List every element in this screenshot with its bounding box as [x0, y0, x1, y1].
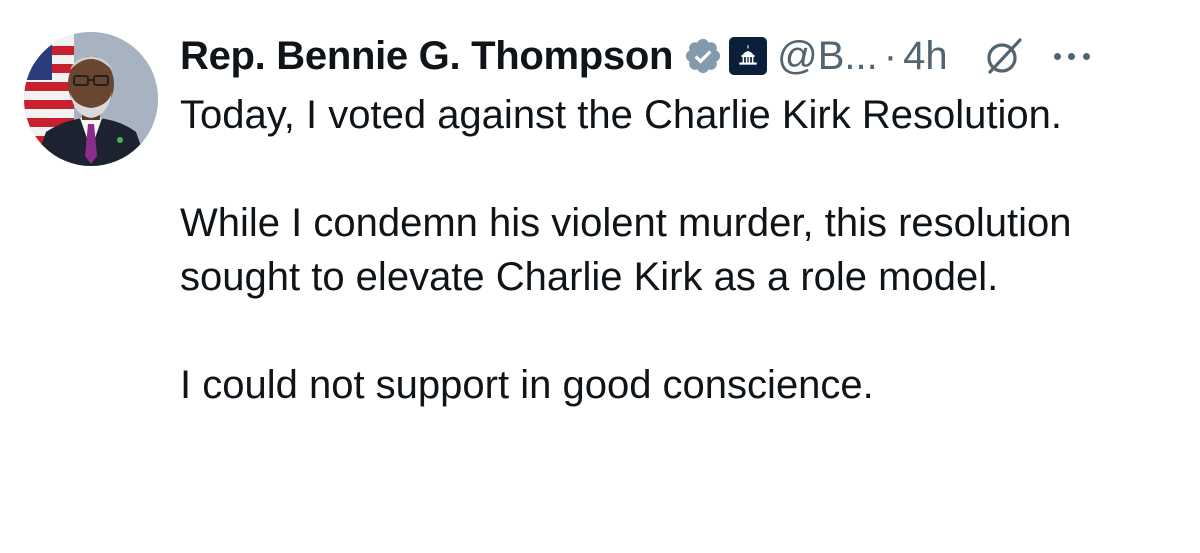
tweet[interactable]: Rep. Bennie G. Thompson @B... · 4h Today…: [0, 0, 1200, 553]
avatar[interactable]: [24, 32, 158, 166]
tweet-paragraph: I could not support in good conscience.: [180, 363, 874, 407]
grok-icon[interactable]: [982, 34, 1026, 78]
tweet-paragraph: While I condemn his violent murder, this…: [180, 201, 1072, 299]
avatar-photo: [24, 32, 158, 166]
tweet-paragraph: Today, I voted against the Charlie Kirk …: [180, 93, 1062, 137]
more-icon[interactable]: [1053, 46, 1090, 66]
tweet-header: Rep. Bennie G. Thompson @B... · 4h: [180, 24, 1090, 88]
capitol-affiliate-icon[interactable]: [729, 37, 768, 75]
separator-dot: ·: [883, 33, 898, 78]
more-dot: [1053, 52, 1061, 60]
more-dot: [1082, 52, 1090, 60]
more-dot: [1068, 52, 1076, 60]
display-name[interactable]: Rep. Bennie G. Thompson: [180, 34, 673, 79]
timestamp[interactable]: 4h: [903, 34, 948, 79]
verified-badge-icon[interactable]: [683, 36, 723, 76]
tweet-text: Today, I voted against the Charlie Kirk …: [180, 88, 1190, 412]
handle[interactable]: @B...: [777, 34, 878, 79]
